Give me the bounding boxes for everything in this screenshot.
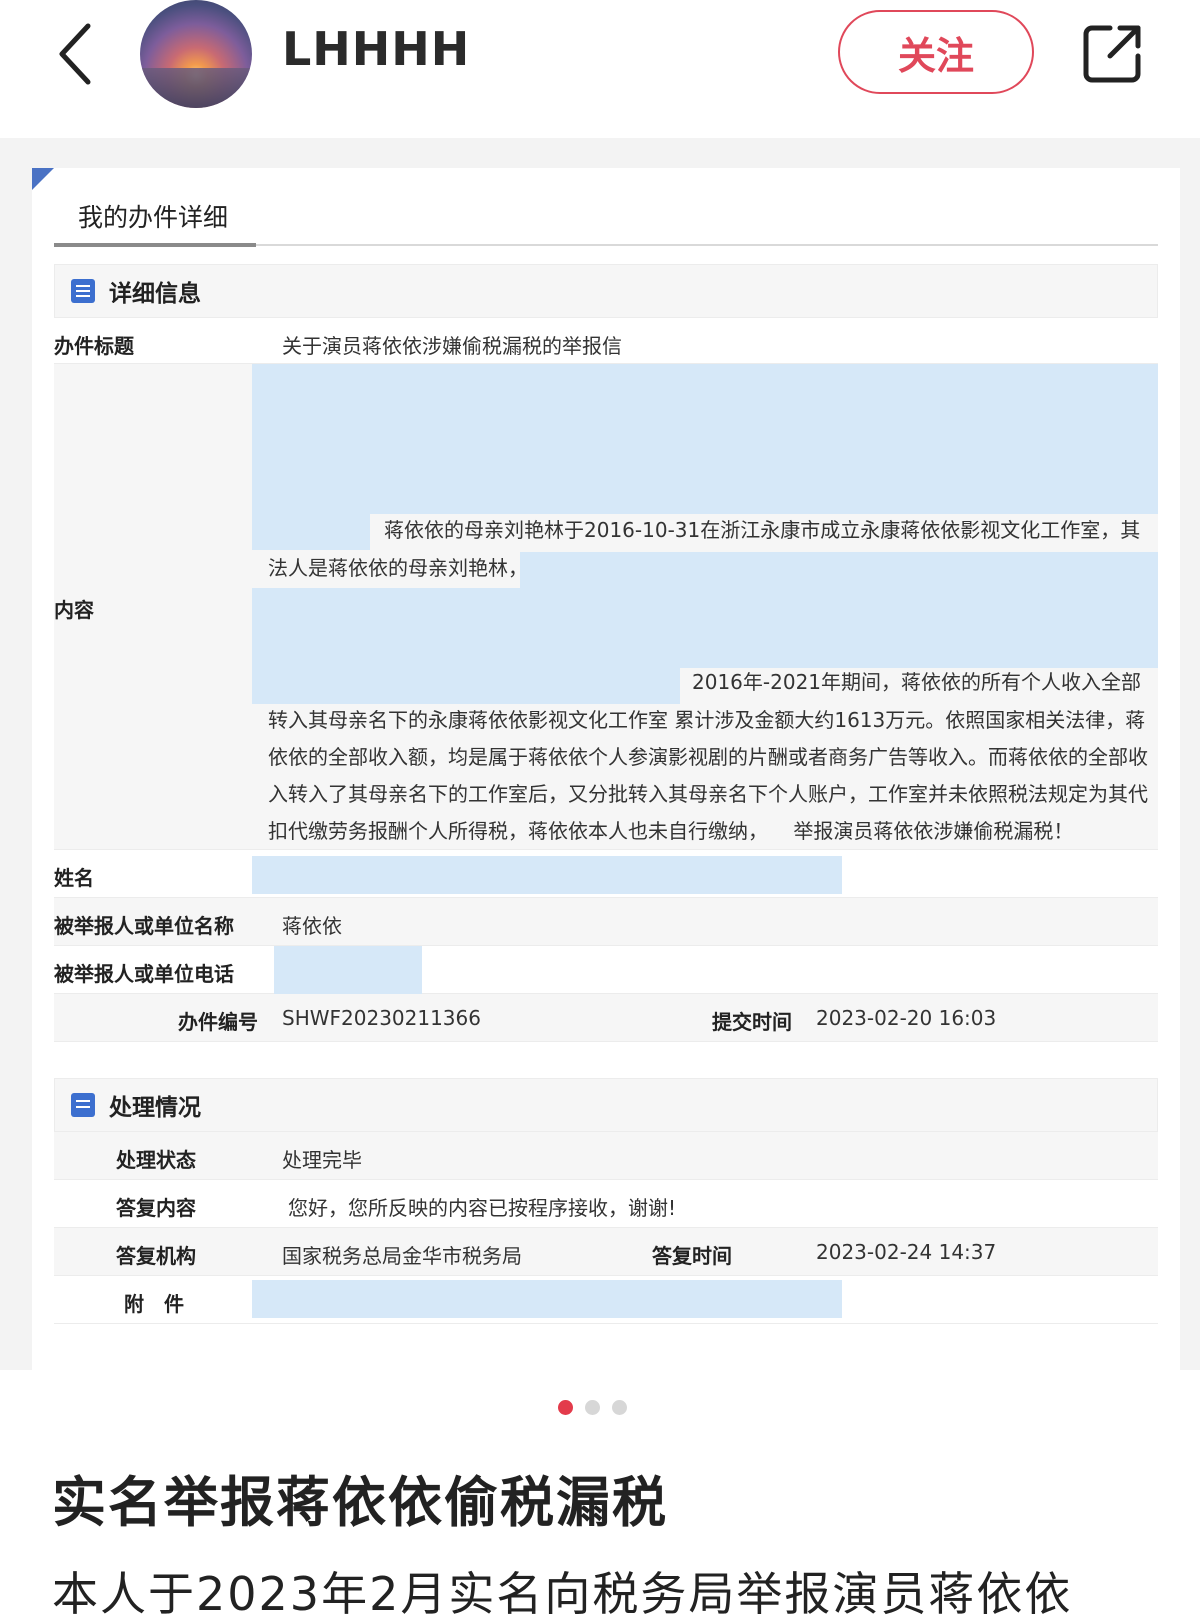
row-reply-org: 答复机构 国家税务总局金华市税务局 答复时间 2023-02-24 14:37 [54,1228,1158,1276]
section-title: 处理情况 [109,1095,201,1121]
row-name: 姓名 [54,850,1158,898]
content-line: 2016年-2021年期间，蒋依依的所有个人收入全部 [692,670,1142,694]
field-value: 蒋依依 [282,914,342,938]
section-title: 详细信息 [109,281,201,307]
tab-active-indicator [54,243,256,247]
redacted-block [252,668,680,704]
section-handling: 处理情况 [54,1078,1158,1132]
org-value: 国家税务总局金华市税务局 [282,1244,522,1268]
field-label: 处理状态 [116,1148,196,1172]
section-detail-info: 详细信息 [54,264,1158,318]
document-icon [71,279,95,303]
carousel-dot[interactable] [612,1400,627,1415]
row-case-number: 办件编号 SHWF20230211366 提交时间 2023-02-20 16:… [54,994,1158,1042]
field-label: 办件标题 [54,334,134,358]
chevron-left-icon [59,23,91,85]
redacted-block [252,514,370,550]
content-line: 转入其母亲名下的永康蒋依依影视文化工作室 累计涉及金额大约1613万元。依照国家… [268,708,1146,732]
row-reply: 答复内容 您好，您所反映的内容已按程序接收，谢谢! [54,1180,1158,1228]
share-icon [1083,25,1141,83]
content-line: 入转入了其母亲名下的工作室后，又分批转入其母亲名下个人账户，工作室并未依照税法规… [268,782,1148,806]
row-case-title: 办件标题 关于演员蒋依依涉嫌偷税漏税的举报信 [54,318,1158,364]
redacted-block [252,856,842,894]
case-number: SHWF20230211366 [282,1006,481,1030]
row-attachment: 附 件 [54,1276,1158,1324]
corner-marker [32,168,54,190]
redacted-block [274,946,422,994]
field-label: 内容 [54,598,94,622]
post-title: 实名举报蒋依依偷税漏税 [52,1471,668,1534]
post-image[interactable]: 我的办件详细 详细信息 办件标题 关于演员蒋依依涉嫌偷税漏税的举报信 内容 蒋依… [0,138,1200,1370]
case-detail-document: 我的办件详细 详细信息 办件标题 关于演员蒋依依涉嫌偷税漏税的举报信 内容 蒋依… [32,168,1180,1370]
share-button[interactable] [1080,20,1146,86]
top-bar: LHHHH 关注 [0,0,1200,138]
carousel-dot[interactable] [585,1400,600,1415]
reply-time: 2023-02-24 14:37 [816,1240,997,1264]
reply-value: 您好，您所反映的内容已按程序接收，谢谢! [288,1196,677,1220]
redacted-block [520,552,1158,588]
username[interactable]: LHHHH [282,22,470,76]
redacted-block [252,588,1158,668]
field-label: 被举报人或单位电话 [54,962,234,986]
field-label: 姓名 [54,866,94,890]
follow-button[interactable]: 关注 [838,10,1034,94]
redacted-block [252,364,1158,514]
field-label: 答复时间 [652,1244,732,1268]
tab-my-case-detail: 我的办件详细 [78,203,229,232]
field-label: 答复机构 [116,1244,196,1268]
chat-icon [71,1093,95,1117]
field-label: 附 件 [124,1292,184,1316]
submit-time: 2023-02-20 16:03 [816,1006,997,1030]
avatar[interactable] [140,0,252,108]
content-line: 法人是蒋依依的母亲刘艳林， [268,556,528,580]
carousel-indicator [558,1400,627,1415]
row-status: 处理状态 处理完毕 [54,1132,1158,1180]
row-content: 内容 蒋依依的母亲刘艳林于2016-10-31在浙江永康市成立永康蒋依依影视文化… [54,364,1158,850]
back-button[interactable] [52,18,102,90]
field-label: 被举报人或单位名称 [54,914,234,938]
status-value: 处理完毕 [282,1148,362,1172]
field-label: 办件编号 [178,1010,258,1034]
field-label: 提交时间 [712,1010,792,1034]
field-value: 关于演员蒋依依涉嫌偷税漏税的举报信 [282,334,622,358]
field-label: 答复内容 [116,1196,196,1220]
post-body[interactable]: 本人于2023年2月实名向税务局举报演员蒋依依 [52,1558,1072,1624]
content-line: 蒋依依的母亲刘艳林于2016-10-31在浙江永康市成立永康蒋依依影视文化工作室… [384,518,1141,542]
redacted-block [252,1280,842,1318]
carousel-dot[interactable] [558,1400,573,1415]
content-line: 依依的全部收入额，均是属于蒋依依个人参演影视剧的片酬或者商务广告等收入。而蒋依依… [268,745,1148,769]
content-line: 扣代缴劳务报酬个人所得税，蒋依依本人也未自行缴纳， 举报演员蒋依依涉嫌偷税漏税！ [268,819,1074,843]
row-reported-name: 被举报人或单位名称 蒋依依 [54,898,1158,946]
row-reported-phone: 被举报人或单位电话 [54,946,1158,994]
